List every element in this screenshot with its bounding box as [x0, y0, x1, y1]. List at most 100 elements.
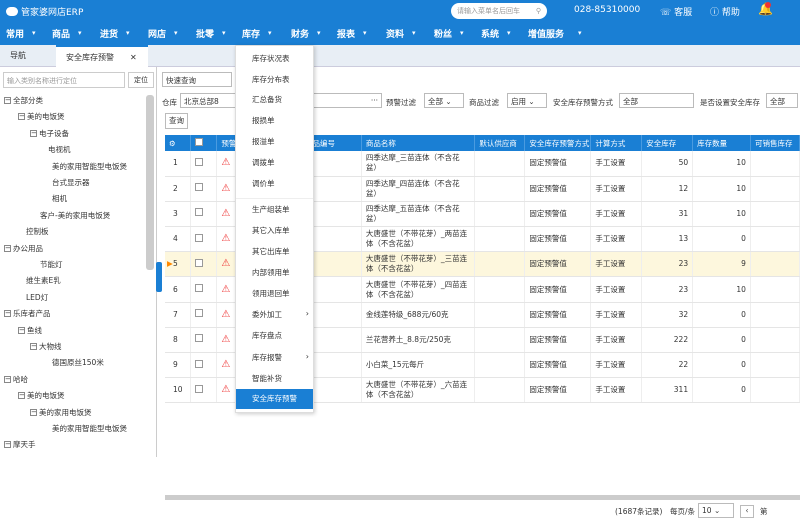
menu-item[interactable]: 库存 — [242, 27, 260, 40]
category-search-input[interactable]: 输入类别名称进行定位 — [3, 72, 125, 88]
tree-node[interactable]: − 大物线 — [30, 341, 62, 352]
tree-node[interactable]: 美的家用智能型电饭煲 — [52, 423, 127, 434]
row-checkbox[interactable] — [195, 309, 204, 318]
dropdown-item[interactable]: 其它入库单 — [252, 225, 290, 236]
close-icon[interactable]: ✕ — [130, 47, 137, 69]
collapse-icon[interactable]: − — [4, 97, 11, 104]
tab-safety-stock[interactable]: 安全库存预警 ✕ — [56, 45, 148, 67]
select-all-checkbox[interactable] — [195, 138, 204, 146]
collapse-icon[interactable]: − — [30, 408, 37, 416]
collapse-icon[interactable]: − — [4, 244, 11, 252]
dropdown-item[interactable]: 委外加工 — [252, 309, 282, 320]
tree-node[interactable]: 控制板 — [26, 226, 49, 237]
dropdown-item[interactable]: 报损单 — [252, 115, 275, 126]
method-select[interactable]: 全部 — [619, 93, 694, 108]
menu-item[interactable]: 批零 — [196, 27, 214, 40]
dropdown-item[interactable]: 库存报警 — [252, 352, 282, 363]
menu-search-input[interactable]: 请输入菜单名后回车 ⚲ — [451, 3, 547, 19]
dropdown-item[interactable]: 领用退回单 — [252, 288, 290, 299]
tree-node[interactable]: 电视机 — [48, 144, 71, 155]
column-header[interactable]: 默认供应商 — [474, 135, 526, 151]
set-select[interactable]: 全部 — [766, 93, 798, 108]
collapse-icon[interactable]: − — [30, 129, 37, 137]
column-header[interactable] — [190, 135, 218, 151]
column-header[interactable]: 库存数量 — [692, 135, 751, 151]
column-header[interactable]: 商品名称 — [361, 135, 476, 151]
tree-node[interactable]: − 美的电饭煲 — [18, 111, 65, 122]
row-checkbox[interactable] — [195, 334, 204, 343]
column-header[interactable]: ⚙ — [165, 135, 192, 151]
menu-item[interactable]: 网店 — [148, 27, 166, 40]
row-checkbox[interactable] — [195, 183, 204, 192]
more-icon[interactable]: ··· — [371, 96, 378, 105]
dropdown-item[interactable]: 其它出库单 — [252, 246, 290, 257]
row-checkbox[interactable] — [195, 233, 204, 242]
dropdown-item[interactable]: 安全库存预警 — [236, 389, 313, 409]
row-checkbox[interactable] — [195, 384, 204, 393]
dropdown-item[interactable]: 汇总备货 — [252, 94, 282, 105]
settings-icon[interactable]: ⚙ — [169, 139, 176, 148]
tree-node[interactable]: 台式显示器 — [52, 177, 90, 188]
dropdown-item[interactable]: 库存盘点 — [252, 330, 282, 341]
tab-navigation[interactable]: 导航 — [10, 45, 26, 67]
tree-node[interactable]: 节能灯 — [40, 259, 63, 270]
tree-node[interactable]: − 电子设备 — [30, 128, 69, 139]
dropdown-item[interactable]: 库存状况表 — [252, 53, 290, 64]
tree-scrollbar[interactable] — [146, 95, 154, 270]
menu-item[interactable]: 粉丝 — [434, 27, 452, 40]
collapse-icon[interactable]: − — [4, 375, 11, 383]
column-header[interactable]: 安全库存预警方式 — [524, 135, 592, 151]
column-header[interactable]: 可销售库存 — [750, 135, 800, 151]
menu-item[interactable]: 系统 — [481, 27, 499, 40]
query-mode-select[interactable]: 快速查询 — [162, 72, 232, 87]
dropdown-item[interactable]: 调价单 — [252, 178, 275, 189]
product-filter-select[interactable]: 启用 ⌄ — [507, 93, 547, 108]
tree-node[interactable]: 维生素E乳 — [26, 275, 61, 286]
tree-node[interactable]: − 鱼线 — [18, 325, 42, 336]
dropdown-item[interactable]: 内部领用单 — [252, 267, 290, 278]
locate-button[interactable]: 定位 — [128, 72, 154, 88]
collapse-icon[interactable]: − — [4, 441, 11, 449]
dropdown-item[interactable]: 报溢单 — [252, 136, 275, 147]
tree-node[interactable]: 客户-美的家用电饭煲 — [40, 210, 110, 221]
row-checkbox[interactable] — [195, 157, 204, 166]
dropdown-item[interactable]: 调拨单 — [252, 157, 275, 168]
collapse-icon[interactable]: − — [18, 113, 25, 121]
bell-icon[interactable]: 🔔 — [758, 2, 773, 16]
menu-item[interactable]: 常用 — [6, 27, 24, 40]
dropdown-item[interactable]: 生产组装单 — [252, 204, 290, 215]
tree-node[interactable]: − 全部分类 — [4, 95, 43, 106]
row-checkbox[interactable] — [195, 284, 204, 293]
row-checkbox[interactable] — [195, 208, 204, 217]
collapse-icon[interactable]: − — [18, 326, 25, 334]
horizontal-scrollbar[interactable] — [165, 495, 800, 500]
search-icon[interactable]: ⚲ — [536, 7, 541, 15]
tree-node[interactable]: − 哈哈 — [4, 374, 28, 385]
tree-node[interactable]: 美的家用智能型电饭煲 — [52, 161, 127, 172]
menu-item[interactable]: 报表 — [337, 27, 355, 40]
collapse-icon[interactable]: − — [4, 310, 11, 318]
tree-node[interactable]: 德国原丝150米 — [52, 357, 104, 368]
column-header[interactable]: 预警 — [216, 135, 238, 151]
help-button[interactable]: ⓘ 帮助 — [710, 5, 740, 18]
menu-item[interactable]: 资料 — [386, 27, 404, 40]
tree-node[interactable]: − 摩天手 — [4, 439, 36, 450]
column-header[interactable]: 计算方式 — [590, 135, 643, 151]
menu-item[interactable]: 财务 — [291, 27, 309, 40]
tree-node[interactable]: 相机 — [52, 193, 67, 204]
tree-node[interactable]: − 办公用品 — [4, 243, 43, 254]
service-button[interactable]: ☏ 客服 — [660, 5, 692, 18]
per-page-select[interactable]: 10 ⌄ — [698, 503, 734, 518]
tree-node[interactable]: − 乐库者产品 — [4, 308, 51, 319]
collapse-icon[interactable]: − — [30, 343, 37, 350]
menu-item[interactable]: 商品 — [52, 27, 70, 40]
row-checkbox[interactable] — [195, 359, 204, 368]
warn-filter-select[interactable]: 全部 ⌄ — [424, 93, 464, 108]
menu-item[interactable]: 进货 — [100, 27, 118, 40]
collapse-icon[interactable]: − — [18, 392, 25, 400]
dropdown-item[interactable]: 智能补货 — [252, 373, 282, 384]
tree-node[interactable]: LED灯 — [26, 292, 48, 303]
tree-node[interactable]: − 美的电饭煲 — [18, 390, 65, 401]
menu-item[interactable]: 增值服务 — [528, 27, 564, 40]
query-button[interactable]: 查询 — [165, 113, 188, 129]
